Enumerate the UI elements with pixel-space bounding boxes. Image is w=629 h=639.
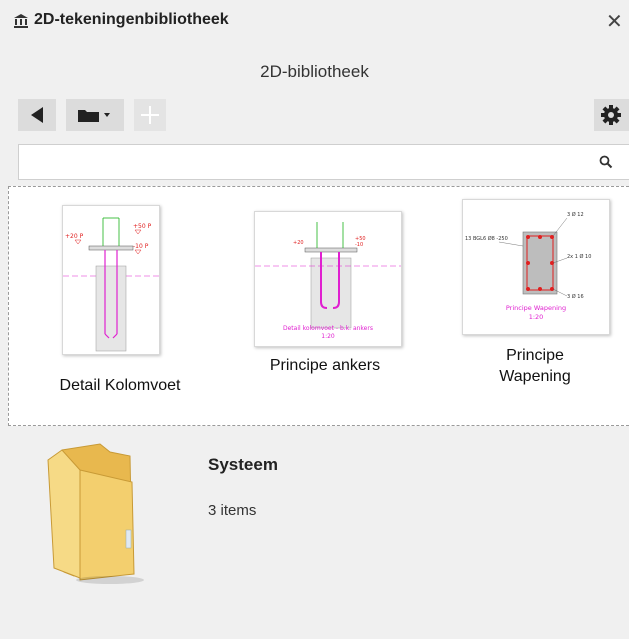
drawing-title: Detail Kolomvoet (59, 377, 181, 394)
folder-name: Systeem (208, 455, 278, 474)
folder-icon[interactable] (40, 440, 170, 585)
back-button[interactable] (18, 99, 56, 131)
rebar-label: 13 BGL6 Ø8 -250 (465, 235, 508, 242)
plus-icon (141, 106, 159, 124)
drawing-title-line1: Principe (506, 347, 564, 364)
drawing-thumbnail: +20 P +50 P -10 P (62, 205, 160, 355)
drawing-item[interactable]: 13 BGL6 Ø8 -250 3 Ø 12 2x 1 Ø 10 3 Ø 16 … (455, 195, 615, 405)
add-button[interactable] (134, 99, 166, 131)
level-label: +20 (293, 240, 304, 246)
folder-menu-button[interactable] (66, 99, 124, 131)
drawing-item[interactable]: +20 P +50 P -10 P Detail Kolomvoet (45, 201, 195, 401)
drawing-title: Principe ankers (269, 357, 381, 374)
drawing-thumbnail: +20 +50 -10 Detail kolomvoet - b.k. anke… (254, 211, 402, 347)
folder-dropdown-icon (78, 110, 110, 122)
drawing-scale: 1:20 (321, 333, 335, 340)
level-label: -10 P (133, 243, 149, 250)
rebar-label: 2x 1 Ø 10 (567, 253, 591, 260)
detail-kolomvoet-drawing: +20 P +50 P -10 P (63, 217, 159, 352)
level-label: +20 P (65, 233, 84, 240)
drawing-title-line2: Wapening (499, 368, 571, 385)
library-icon (14, 14, 28, 28)
drawing-scale: 1:20 (529, 313, 544, 321)
level-label: +50 P (133, 223, 152, 230)
principe-wapening-drawing: 13 BGL6 Ø8 -250 3 Ø 12 2x 1 Ø 10 3 Ø 16 … (465, 211, 591, 321)
drawing-caption: Principe Wapening (506, 304, 566, 312)
rebar-label: 3 Ø 12 (567, 211, 584, 218)
close-icon[interactable]: ✕ (606, 6, 629, 36)
rebar-label: 3 Ø 16 (567, 293, 584, 300)
title-bar: 2D-tekeningenbibliotheek ✕ (0, 0, 629, 44)
search-box (18, 144, 629, 180)
search-input[interactable] (25, 149, 589, 177)
library-name: 2D-bibliotheek (260, 62, 369, 81)
drawing-title: Principe Wapening (455, 345, 615, 387)
principe-ankers-drawing: +20 +50 -10 Detail kolomvoet - b.k. anke… (255, 222, 401, 340)
gear-icon (601, 105, 621, 125)
settings-button[interactable] (594, 99, 629, 131)
level-label: -10 (355, 242, 363, 248)
drawing-item[interactable]: +20 +50 -10 Detail kolomvoet - b.k. anke… (245, 201, 405, 401)
folder-item-count: 3 items (208, 502, 257, 519)
back-arrow-icon (31, 107, 43, 123)
drawing-caption: Detail kolomvoet - b.k. ankers (283, 325, 373, 332)
drawing-thumbnail: 13 BGL6 Ø8 -250 3 Ø 12 2x 1 Ø 10 3 Ø 16 … (462, 199, 610, 335)
search-icon[interactable] (599, 155, 613, 169)
drawing-grid: +20 P +50 P -10 P Detail Kolomvoet +20 + (8, 186, 629, 426)
window-title: 2D-tekeningenbibliotheek (34, 11, 229, 28)
